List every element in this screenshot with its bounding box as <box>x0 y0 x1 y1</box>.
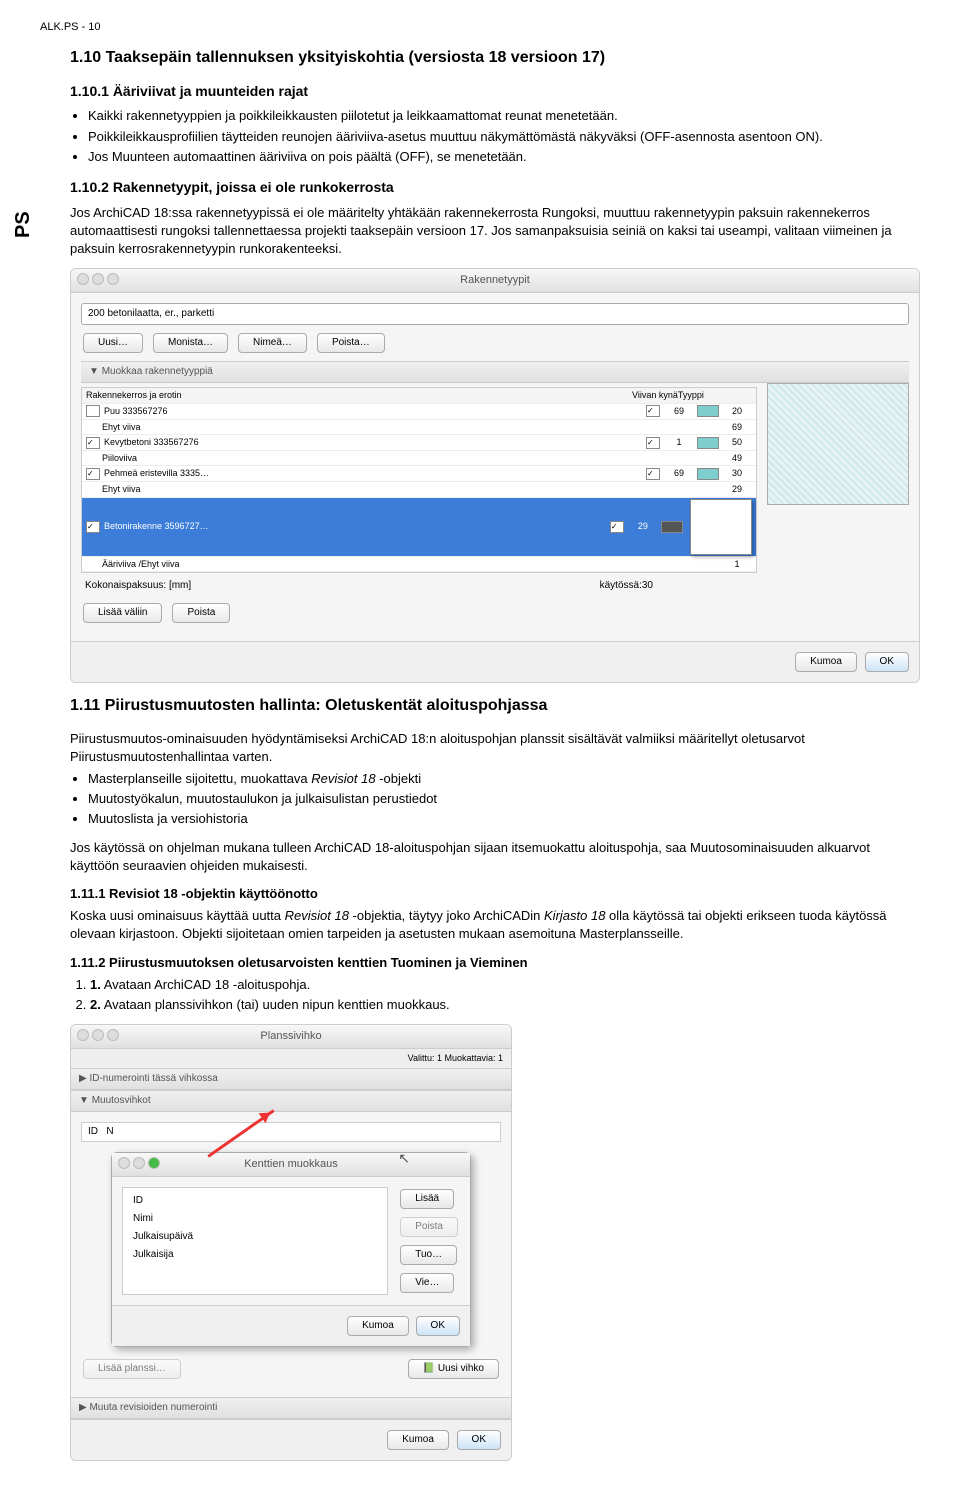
rename-button[interactable]: Nimeä… <box>238 333 307 353</box>
step: 1. Avataan ArchiCAD 18 -aloituspohja. <box>90 976 920 994</box>
delete-button[interactable]: Poista… <box>317 333 385 353</box>
export-button[interactable]: Vie… <box>400 1273 454 1293</box>
page-header: ALK.PS - 10 <box>40 20 920 35</box>
list-item: Muutostyökalun, muutostaulukon ja julkai… <box>88 790 920 808</box>
duplicate-button[interactable]: Monista… <box>153 333 228 353</box>
usage-label: käytössä: <box>600 579 642 593</box>
layer-type-menu[interactable]: Runko Pinnoite Muu <box>690 499 752 555</box>
menu-item-runko[interactable]: Runko <box>691 500 751 518</box>
list-item: Jos Muunteen automaattinen ääriviiva on … <box>88 148 920 166</box>
window-dot <box>133 1157 145 1169</box>
col-n: N <box>106 1126 113 1137</box>
paragraph: Jos käytössä on ohjelman mukana tulleen … <box>70 839 920 875</box>
col-header: Viivan kynäTyyppi <box>632 389 752 402</box>
window-dot <box>107 1029 119 1041</box>
list-1-11: Masterplanseille sijoitettu, muokattava … <box>88 770 920 829</box>
heading-1-11-2: 1.11.2 Piirustusmuutoksen oletusarvoiste… <box>70 954 920 972</box>
col-id: ID <box>88 1126 98 1137</box>
list-item: Masterplanseille sijoitettu, muokattava … <box>88 770 920 788</box>
inner-titlebar: Kenttien muokkaus ↖ <box>112 1153 470 1177</box>
dialog-titlebar: Planssivihko <box>71 1025 511 1049</box>
screenshot-planssivihko: Planssivihko Valittu: 1 Muokattavia: 1 ▶… <box>70 1024 512 1461</box>
menu-item-pinnoite[interactable]: Pinnoite <box>691 518 751 536</box>
add-planssi-button: Lisää planssi… <box>83 1359 181 1379</box>
total-value: 30 <box>642 579 653 593</box>
add-field-button[interactable]: Lisää <box>400 1189 454 1209</box>
cancel-button[interactable]: Kumoa <box>387 1430 449 1450</box>
inner-ok-button[interactable]: OK <box>416 1316 460 1336</box>
ok-button[interactable]: OK <box>457 1430 501 1450</box>
heading-1-10-1: 1.10.1 Ääriviivat ja muunteiden rajat <box>70 82 920 102</box>
section-change-books[interactable]: ▼ Muutosvihkot <box>71 1090 511 1112</box>
inner-title: Kenttien muokkaus <box>244 1158 338 1170</box>
ok-button[interactable]: OK <box>865 652 909 672</box>
selection-info: Valittu: 1 Muokattavia: 1 <box>71 1049 511 1068</box>
dialog-title: Rakennetyypit <box>460 274 530 286</box>
paragraph: Koska uusi ominaisuus käyttää uutta Revi… <box>70 907 920 943</box>
screenshot-rakennetyypit: Rakennetyypit 200 betonilaatta, er., par… <box>70 268 920 683</box>
list-item: Kaikki rakennetyyppien ja poikkileikkaus… <box>88 107 920 125</box>
heading-1-11: 1.11 Piirustusmuutosten hallinta: Oletus… <box>70 695 920 717</box>
section-id-numbering[interactable]: ▶ ID-numerointi tässä vihkossa <box>71 1068 511 1090</box>
heading-1-11-1: 1.11.1 Revisiot 18 -objektin käyttöönott… <box>70 885 920 903</box>
window-dot <box>77 1029 89 1041</box>
cancel-button[interactable]: Kumoa <box>795 652 857 672</box>
window-dot <box>92 1029 104 1041</box>
fields-list[interactable]: ID Nimi Julkaisupäivä Julkaisija <box>122 1187 388 1295</box>
menu-item-muu[interactable]: Muu <box>691 536 751 554</box>
step: 2. Avataan planssivihkon (tai) uuden nip… <box>90 996 920 1014</box>
ps-sidebar-tab: PS <box>8 200 38 250</box>
list-item: Muutoslista ja versiohistoria <box>88 810 920 828</box>
field-id[interactable]: ID <box>127 1192 383 1210</box>
inner-cancel-button[interactable]: Kumoa <box>347 1316 409 1336</box>
remove-button[interactable]: Poista <box>172 603 230 623</box>
col-header: Rakennekerros ja erotin <box>86 389 632 402</box>
window-dot <box>107 273 119 285</box>
heading-1-10: 1.10 Taaksepäin tallennuksen yksityiskoh… <box>70 47 920 69</box>
window-dot <box>92 273 104 285</box>
window-dot <box>148 1157 160 1169</box>
heading-1-10-2: 1.10.2 Rakennetyypit, joissa ei ole runk… <box>70 178 920 198</box>
window-dot <box>118 1157 130 1169</box>
cursor-icon: ↖ <box>398 1149 410 1169</box>
field-julkaisija[interactable]: Julkaisija <box>127 1246 383 1264</box>
paragraph: Jos ArchiCAD 18:ssa rakennetyypissä ei o… <box>70 204 920 259</box>
list-1-10-1: Kaikki rakennetyyppien ja poikkileikkaus… <box>88 107 920 166</box>
window-dot <box>77 273 89 285</box>
steps-list: 1. Avataan ArchiCAD 18 -aloituspohja. 2.… <box>90 976 920 1014</box>
section-revision-numbering[interactable]: ▶ Muuta revisioiden numerointi <box>71 1397 511 1419</box>
dialog-titlebar: Rakennetyypit <box>71 269 919 293</box>
new-button[interactable]: Uusi… <box>83 333 143 353</box>
layers-table[interactable]: Rakennekerros ja erotinViivan kynäTyyppi… <box>81 387 757 573</box>
inner-dialog: Kenttien muokkaus ↖ ID Nimi Julkaisupäiv… <box>111 1152 471 1347</box>
section-header: ▼ Muokkaa rakennetyyppiä <box>81 361 909 383</box>
preview-panel <box>767 383 909 505</box>
list-item: Poikkileikkausprofiilien täytteiden reun… <box>88 128 920 146</box>
new-book-button[interactable]: 📗 Uusi vihko <box>408 1359 499 1379</box>
field-nimi[interactable]: Nimi <box>127 1210 383 1228</box>
type-selector[interactable]: 200 betonilaatta, er., parketti <box>81 303 909 325</box>
field-julkaisupaiva[interactable]: Julkaisupäivä <box>127 1228 383 1246</box>
import-button[interactable]: Tuo… <box>400 1245 457 1265</box>
delete-field-button: Poista <box>400 1217 458 1237</box>
dialog-title: Planssivihko <box>260 1030 321 1042</box>
insert-button[interactable]: Lisää väliin <box>83 603 162 623</box>
paragraph: Piirustusmuutos-ominaisuuden hyödyntämis… <box>70 730 920 766</box>
total-label: Kokonaispaksuus: [mm] <box>85 580 191 591</box>
